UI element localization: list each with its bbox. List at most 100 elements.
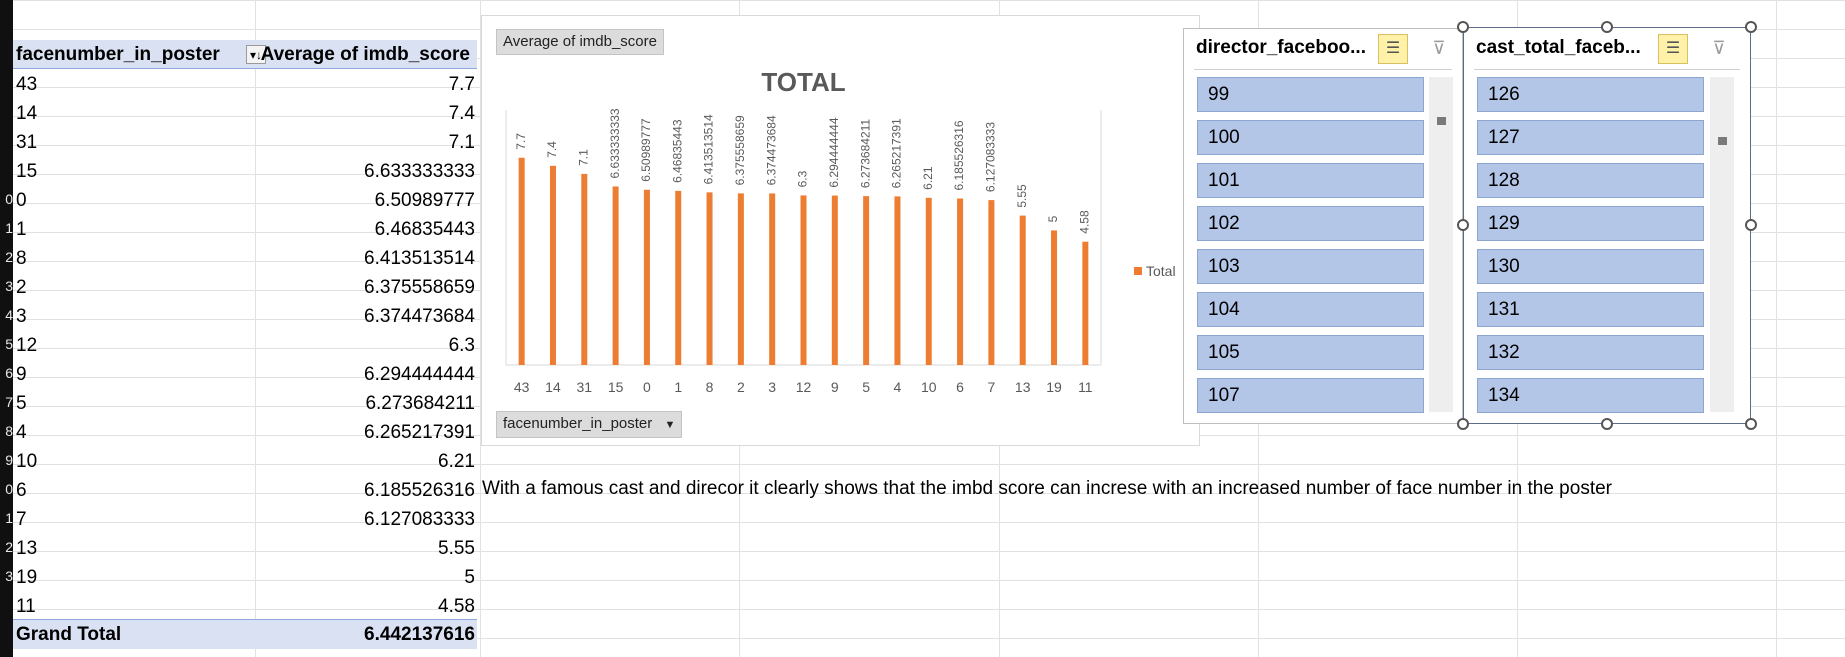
slicer-item[interactable]: 104 <box>1197 292 1424 327</box>
resize-handle[interactable] <box>1745 21 1757 33</box>
analysis-note[interactable]: With a famous cast and direcor it clearl… <box>482 474 1612 503</box>
row-number[interactable]: 3 <box>0 562 13 591</box>
row-number[interactable]: 5 <box>0 330 13 359</box>
pivot-chart[interactable]: Average of imdb_score TOTAL 7.7 43 7.4 14 7.1… <box>481 15 1200 446</box>
data-label: 6.375558659 <box>733 115 747 185</box>
chart-bar <box>581 173 588 365</box>
pivot-row[interactable]: 7 6.127083333 <box>13 505 477 534</box>
slicer-item[interactable]: 102 <box>1197 206 1424 241</box>
pivot-row[interactable]: 14 7.4 <box>13 99 477 128</box>
multi-select-icon[interactable]: ☰ <box>1658 34 1688 64</box>
slicer-item[interactable]: 107 <box>1197 378 1424 413</box>
slicer-scrollbar[interactable] <box>1710 77 1734 412</box>
row-number[interactable]: 6 <box>0 359 13 388</box>
chart-bar <box>675 190 682 365</box>
chart-bar <box>800 195 807 365</box>
resize-handle[interactable] <box>1601 21 1613 33</box>
slicer-item[interactable]: 127 <box>1477 120 1704 155</box>
clear-filter-icon[interactable]: ⊽ <box>1704 34 1734 64</box>
row-header-column[interactable]: 01234567890123 <box>0 0 13 657</box>
slicer-item[interactable]: 126 <box>1477 77 1704 112</box>
pivot-row[interactable]: 31 7.1 <box>13 128 477 157</box>
pivot-grand-total-row: Grand Total 6.442137616 <box>13 619 477 649</box>
slicer-item[interactable]: 128 <box>1477 163 1704 198</box>
pivot-row-label: 3 <box>16 306 27 327</box>
row-number[interactable]: 0 <box>0 475 13 504</box>
pivot-row[interactable]: 4 6.265217391 <box>13 418 477 447</box>
pivot-row[interactable]: 12 6.3 <box>13 331 477 360</box>
slicer-item[interactable]: 105 <box>1197 335 1424 370</box>
pivot-row[interactable]: 2 6.375558659 <box>13 273 477 302</box>
scrollbar-thumb[interactable] <box>1437 117 1446 125</box>
pivot-row[interactable]: 6 6.185526316 <box>13 476 477 505</box>
data-label: 6.21 <box>921 166 935 190</box>
row-number[interactable]: 4 <box>0 301 13 330</box>
row-number[interactable]: 8 <box>0 417 13 446</box>
row-number[interactable]: 9 <box>0 446 13 475</box>
slicer-item[interactable]: 100 <box>1197 120 1424 155</box>
data-label: 6.3 <box>796 170 810 187</box>
scrollbar-thumb[interactable] <box>1718 137 1727 145</box>
resize-handle[interactable] <box>1745 219 1757 231</box>
resize-handle[interactable] <box>1457 21 1469 33</box>
row-number[interactable]: 7 <box>0 388 13 417</box>
slicer-item[interactable]: 134 <box>1477 378 1704 413</box>
slicer-item[interactable]: 132 <box>1477 335 1704 370</box>
x-tick-label: 13 <box>1015 379 1031 395</box>
pivot-row-value: 6.374473684 <box>364 306 475 327</box>
row-number[interactable]: 2 <box>0 243 13 272</box>
slicer-cast-total-facebook[interactable]: cast_total_faceb... ☰ ⊽ 126 127 128 129 130 1… <box>1463 28 1751 424</box>
pivot-row[interactable]: 11 4.58 <box>13 592 477 621</box>
x-tick-label: 14 <box>545 379 561 395</box>
slicer-item[interactable]: 129 <box>1477 206 1704 241</box>
slicer-item[interactable]: 99 <box>1197 77 1424 112</box>
pivot-row-label: 8 <box>16 248 27 269</box>
slicer-scrollbar[interactable] <box>1429 77 1453 412</box>
multi-select-icon[interactable]: ☰ <box>1378 34 1408 64</box>
row-number[interactable]: 2 <box>0 533 13 562</box>
x-tick-label: 2 <box>737 379 745 395</box>
row-number[interactable]: 3 <box>0 272 13 301</box>
slicer-item[interactable]: 130 <box>1477 249 1704 284</box>
x-tick-label: 11 <box>1078 379 1093 395</box>
resize-handle[interactable] <box>1457 418 1469 430</box>
dropdown-arrow-icon[interactable]: ▼ <box>664 419 675 431</box>
slicer-title: director_faceboo... <box>1196 37 1366 58</box>
clear-filter-icon[interactable]: ⊽ <box>1424 34 1454 64</box>
pivot-row[interactable]: 43 7.7 <box>13 70 477 99</box>
data-label: 6.374473684 <box>764 115 778 185</box>
row-number[interactable]: 0 <box>0 185 13 214</box>
data-label: 6.265217391 <box>890 118 904 188</box>
pivot-col2-header: Average of imdb_score <box>260 44 470 65</box>
pivot-row[interactable]: 19 5 <box>13 563 477 592</box>
resize-handle[interactable] <box>1457 219 1469 231</box>
pivot-row[interactable]: 13 5.55 <box>13 534 477 563</box>
pivot-row[interactable]: 0 6.50989777 <box>13 186 477 215</box>
row-number[interactable]: 1 <box>0 504 13 533</box>
slicer-item[interactable]: 131 <box>1477 292 1704 327</box>
x-tick-label: 6 <box>956 379 964 395</box>
slicer-director-facebook[interactable]: director_faceboo... ☰ ⊽ 99 100 101 102 103 10… <box>1183 28 1463 424</box>
pivot-row-label: 2 <box>16 277 27 298</box>
pivot-row-value: 6.273684211 <box>365 393 475 414</box>
resize-handle[interactable] <box>1745 418 1757 430</box>
chart-bar <box>706 192 713 365</box>
pivot-row[interactable]: 3 6.374473684 <box>13 302 477 331</box>
slicer-item[interactable]: 101 <box>1197 163 1424 198</box>
pivot-row[interactable]: 8 6.413513514 <box>13 244 477 273</box>
row-number[interactable]: 1 <box>0 214 13 243</box>
data-label: 7.4 <box>545 141 559 158</box>
slicer-item[interactable]: 103 <box>1197 249 1424 284</box>
axis-field-button[interactable]: facenumber_in_poster ▼ <box>496 411 683 438</box>
column-gridline <box>1776 0 1777 657</box>
pivot-row[interactable]: 9 6.294444444 <box>13 360 477 389</box>
slicer-divider <box>1474 69 1740 70</box>
pivot-row[interactable]: 5 6.273684211 <box>13 389 477 418</box>
pivot-row[interactable]: 15 6.633333333 <box>13 157 477 186</box>
data-label: 6.50989777 <box>639 118 653 182</box>
pivot-row-value: 6.3 <box>448 335 475 356</box>
pivot-row[interactable]: 1 6.46835443 <box>13 215 477 244</box>
data-label: 5 <box>1046 215 1060 222</box>
pivot-row[interactable]: 10 6.21 <box>13 447 477 476</box>
resize-handle[interactable] <box>1601 418 1613 430</box>
